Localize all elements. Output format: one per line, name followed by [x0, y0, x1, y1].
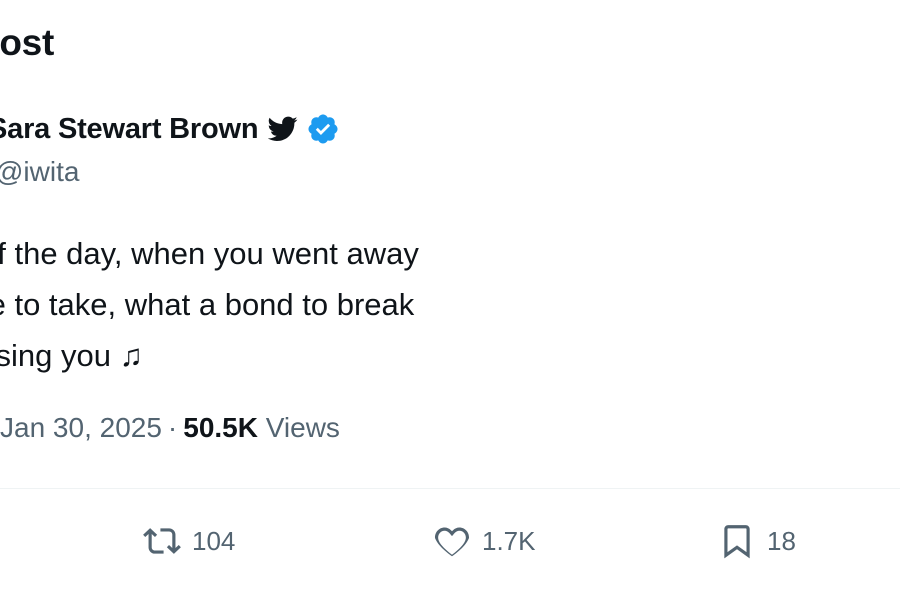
action-bar: 104 1.7K 18 — [0, 518, 900, 564]
like-button[interactable]: 1.7K — [430, 518, 536, 564]
repost-icon — [140, 519, 184, 563]
bird-icon — [268, 116, 298, 142]
post-text-line: fe to take, what a bond to break — [0, 287, 415, 322]
author-display-name[interactable]: Sara Stewart Brown — [0, 113, 259, 146]
views-label: Views — [265, 412, 340, 443]
bookmark-count: 18 — [767, 525, 796, 556]
author-handle[interactable]: @iwita — [0, 156, 79, 188]
post-text-line: ssing you ♫ — [0, 338, 143, 373]
bookmark-button[interactable]: 18 — [715, 518, 796, 564]
author-row: Sara Stewart Brown — [0, 112, 340, 146]
heart-icon — [430, 519, 474, 563]
post-timestamp[interactable]: Jan 30, 2025 — [0, 412, 162, 443]
repost-count: 104 — [192, 525, 236, 556]
like-count: 1.7K — [482, 525, 536, 556]
verified-icon[interactable] — [306, 112, 340, 146]
post-text: of the day, when you went away fe to tak… — [0, 228, 419, 381]
divider — [0, 488, 900, 489]
repost-button[interactable]: 104 — [140, 518, 235, 564]
views-count: 50.5K — [183, 412, 258, 443]
post-meta: Jan 30, 2025 · 50.5K Views — [0, 412, 340, 444]
post-detail-page: Post Sara Stewart Brown @iwita of the da… — [0, 0, 900, 600]
meta-separator: · — [167, 412, 178, 443]
post-text-line: of the day, when you went away — [0, 236, 419, 271]
page-title: Post — [0, 22, 54, 63]
bookmark-icon — [715, 519, 759, 563]
